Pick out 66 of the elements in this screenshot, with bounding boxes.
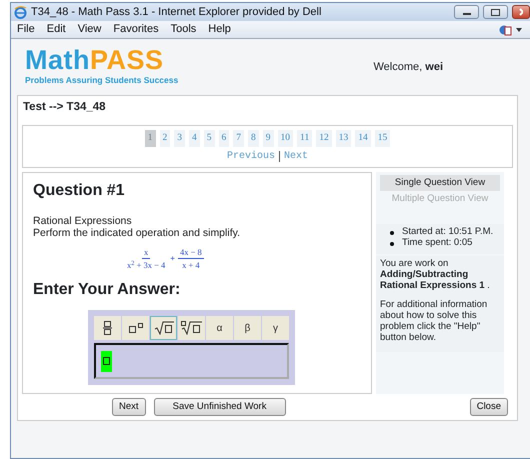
caret-icon (516, 28, 522, 32)
power-icon (128, 323, 142, 334)
close-button[interactable]: Close (470, 398, 508, 416)
symbol-button[interactable]: α (206, 316, 233, 340)
page-link[interactable]: 3 (174, 130, 186, 146)
previous-link[interactable]: Previous (226, 148, 275, 164)
help-text: For additional information about how to solve this problem click the "Help" button below. (380, 300, 488, 344)
view-button[interactable]: Multiple Question View (380, 191, 500, 208)
page-link[interactable]: 10 (278, 130, 294, 146)
page-link[interactable]: 11 (297, 130, 312, 146)
page-link[interactable]: 5 (204, 130, 215, 146)
nth-root-button[interactable] (178, 316, 205, 340)
menu-item[interactable]: Favorites (113, 21, 159, 38)
document-icon (499, 24, 512, 36)
square-root-icon (154, 321, 174, 336)
page-link[interactable]: 2 (160, 130, 170, 146)
breadcrumb: Test --> T34_48 (22, 100, 107, 115)
minimize-button[interactable] (454, 5, 479, 19)
nth-root-icon (180, 321, 202, 336)
next-button[interactable]: Next (112, 398, 146, 416)
stat-text: Started at: 10:51 P.M. (402, 227, 494, 238)
page-link[interactable]: 13 (336, 130, 352, 146)
menu-item[interactable]: Tools (170, 21, 196, 38)
welcome-text: Welcome, wei (374, 60, 443, 75)
close-window-button[interactable] (512, 5, 530, 19)
browser-icon (14, 6, 27, 18)
fraction-button[interactable] (94, 316, 121, 340)
menu-item[interactable]: View (78, 21, 102, 38)
operator: + (170, 252, 175, 265)
answer-field[interactable] (94, 343, 289, 380)
stat-text: Time spent: 0:05 (402, 238, 472, 250)
page-link[interactable]: 8 (248, 130, 259, 146)
symbol-button[interactable]: γ (262, 316, 289, 340)
page-link[interactable]: 15 (374, 130, 390, 146)
window-title: T34_48 - Math Pass 3.1 - Internet Explorer provided by Dell (31, 4, 322, 20)
fraction: x x$^{2}$ + 3x − 4 (126, 246, 166, 272)
page-link[interactable]: 6 (218, 130, 230, 146)
fraction: 4x − 8 x + 4 (178, 246, 204, 272)
input-cursor (101, 350, 112, 372)
page-link[interactable]: 4 (189, 130, 200, 146)
fraction-icon (103, 320, 112, 336)
instruction-text: Perform the indicated operation and simplify. (33, 227, 241, 240)
page-link[interactable]: 9 (262, 130, 274, 146)
page-link[interactable]: 12 (316, 130, 332, 146)
page-link[interactable]: 14 (355, 130, 371, 146)
topic-text: Rational Expressions (33, 214, 133, 228)
menu-item[interactable]: File (17, 21, 35, 38)
page-link[interactable]: 7 (233, 130, 244, 146)
square-root-button[interactable] (150, 316, 177, 340)
maximize-icon (491, 8, 500, 16)
bullet-icon (390, 230, 394, 235)
power-button[interactable] (122, 316, 149, 340)
menu-item[interactable]: Help (208, 21, 231, 38)
page-link[interactable]: 1 (144, 130, 156, 146)
menu-item[interactable]: Edit (46, 21, 66, 38)
topic-info-text: You are work on Adding/Subtracting Rational Expressions 1 . (380, 259, 491, 292)
view-button[interactable]: Single Question View (380, 174, 500, 192)
save-button[interactable]: Save Unfinished Work (154, 398, 286, 416)
next-link[interactable]: Next (284, 148, 308, 164)
answer-title: Enter Your Answer: (33, 280, 182, 300)
toolbar-menu-button[interactable] (499, 24, 522, 36)
bullet-icon (390, 242, 394, 246)
mathpass-logo: MathPASS Problems Assuring Students Success (25, 47, 178, 87)
maximize-button[interactable] (483, 5, 508, 19)
symbol-button[interactable]: β (234, 316, 261, 340)
question-title: Question #1 (33, 180, 126, 200)
